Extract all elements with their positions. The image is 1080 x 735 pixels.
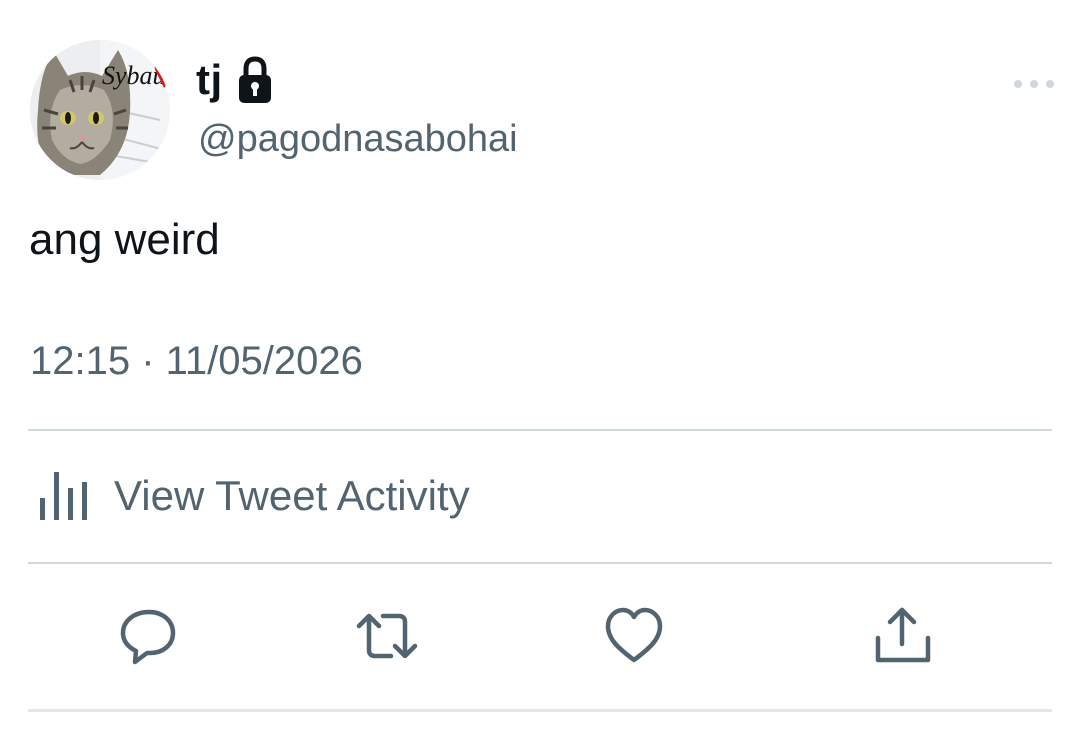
divider — [28, 429, 1052, 431]
lock-icon — [237, 55, 273, 105]
bar-chart-icon — [36, 468, 92, 524]
tweet-text: ang weird — [29, 215, 220, 264]
author-name-row[interactable]: tj — [196, 52, 273, 108]
more-options-icon[interactable] — [1012, 72, 1056, 96]
tweet-timestamp[interactable]: 12:15 · 11/05/2026 — [30, 339, 363, 384]
divider — [28, 709, 1052, 712]
view-tweet-activity-label: View Tweet Activity — [114, 472, 470, 519]
share-icon[interactable] — [870, 604, 934, 668]
heart-icon[interactable] — [602, 604, 666, 668]
retweet-icon[interactable] — [355, 604, 419, 668]
svg-text:Sybau: Sybau — [102, 61, 166, 90]
divider — [28, 562, 1052, 564]
display-name[interactable]: tj — [196, 56, 223, 104]
username-handle[interactable]: @pagodnasabohai — [198, 118, 518, 161]
avatar-image: Sybau — [30, 40, 170, 180]
tweet-detail: Sybau tj @pagodnasabohai ang weird 12:15… — [0, 0, 1080, 735]
reply-icon[interactable] — [117, 604, 181, 668]
avatar[interactable]: Sybau — [30, 40, 170, 180]
view-tweet-activity-button[interactable]: View Tweet Activity — [36, 466, 470, 526]
